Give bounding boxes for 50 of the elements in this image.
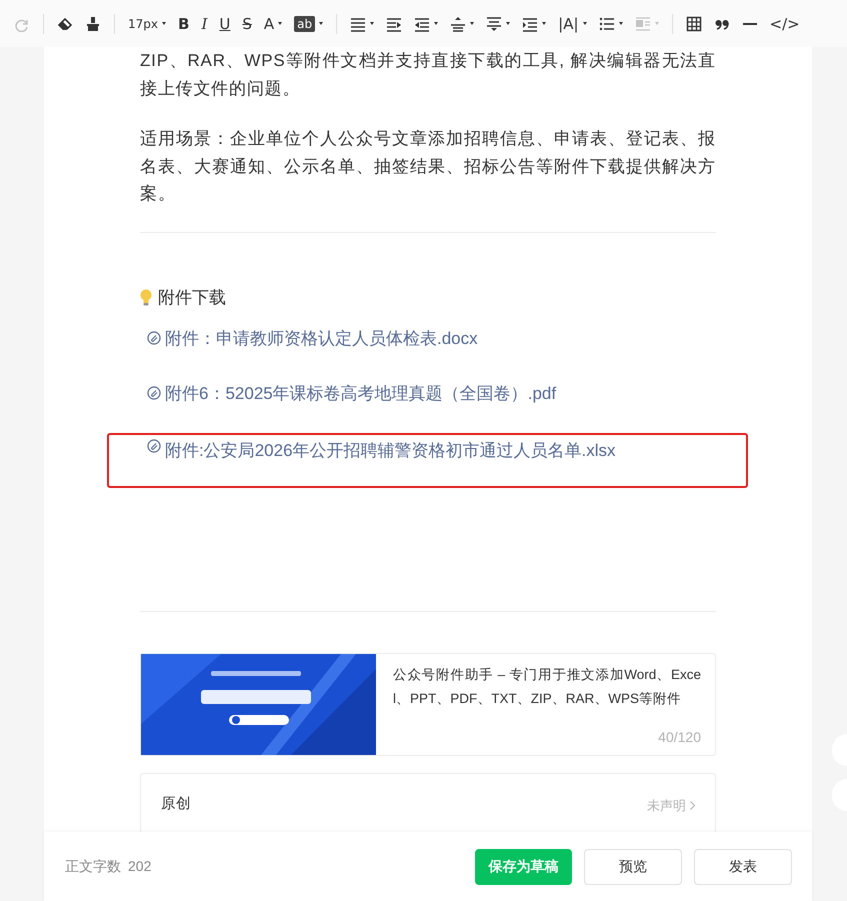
- preview-button[interactable]: 预览: [584, 848, 682, 884]
- chevron-right-icon: [690, 801, 695, 810]
- caret-icon: [470, 22, 474, 25]
- line-icon: [742, 22, 758, 24]
- caret-icon: [654, 22, 659, 25]
- word-count: 正文字数 202: [65, 858, 152, 876]
- indent-icon: [522, 16, 538, 32]
- lightbulb-icon: [140, 288, 152, 306]
- paragraph: ZIP、RAR、WPS等附件文档并支持直接下载的工具, 解决编辑器无法直接上传文件的问题。: [140, 50, 716, 100]
- caret-icon: [582, 22, 587, 25]
- spacing-icon: [486, 16, 502, 32]
- summary-text: 公众号附件助手 – 专门用于推文添加Word、Excel、PPT、PDF、TXT、ZIP、RAR、WPS等附件: [393, 666, 701, 708]
- toolbar-button[interactable]: |A|: [552, 10, 593, 38]
- caret-icon: [506, 22, 510, 25]
- line-height-icon: [450, 16, 466, 32]
- caret-icon: [162, 22, 166, 25]
- strikethrough-button[interactable]: S: [236, 10, 258, 38]
- align-icon: [350, 16, 366, 32]
- toolbar-button[interactable]: 17px: [122, 10, 172, 38]
- paragraph: 适用场景：企业单位个人公众号文章添加招聘信息、申请表、登记表、报名表、大赛通知、公示名单、抽签结果、招标公告等附件下载提供解决方案。: [140, 128, 716, 205]
- italic-button[interactable]: I: [195, 10, 214, 38]
- float-icon: [634, 16, 651, 32]
- section-heading: 附件下载: [158, 286, 226, 308]
- table-icon: [686, 16, 702, 32]
- attachment-link[interactable]: 附件：申请教师资格认定人员体检表.docx: [165, 326, 478, 350]
- caret-icon: [542, 22, 546, 25]
- caret-icon: [278, 22, 282, 25]
- list-icon: [598, 16, 615, 32]
- attachment-link[interactable]: 附件:公安局2026年公开招聘辅警资格初市通过人员名单.xlsx: [165, 438, 616, 462]
- caret-icon: [370, 22, 374, 25]
- attachment-icon: [147, 386, 161, 400]
- attachment-icon: [147, 438, 161, 452]
- toolbar-button[interactable]: </>: [764, 10, 806, 38]
- caret-icon: [319, 22, 324, 25]
- eraser-icon: [57, 16, 73, 32]
- attachment-link[interactable]: 附件6：52025年课标卷高考地理真题（全国卷）.pdf: [165, 382, 556, 404]
- highlight-button[interactable]: ab: [288, 10, 330, 38]
- indent-icon: [386, 16, 402, 32]
- original-label: 原创: [161, 794, 191, 812]
- attachment-icon: [147, 331, 161, 345]
- bold-button[interactable]: B: [172, 10, 196, 38]
- publish-button[interactable]: 发表: [694, 848, 792, 884]
- outdent-icon: [414, 16, 430, 32]
- brush-icon: [85, 16, 101, 32]
- underline-button[interactable]: U: [213, 10, 236, 38]
- caret-icon: [618, 22, 623, 25]
- caret-icon: [434, 22, 438, 25]
- declaration-status: 未声明: [647, 796, 686, 814]
- character-counter: 40/120: [658, 728, 701, 746]
- toolbar-button[interactable]: A: [258, 10, 288, 38]
